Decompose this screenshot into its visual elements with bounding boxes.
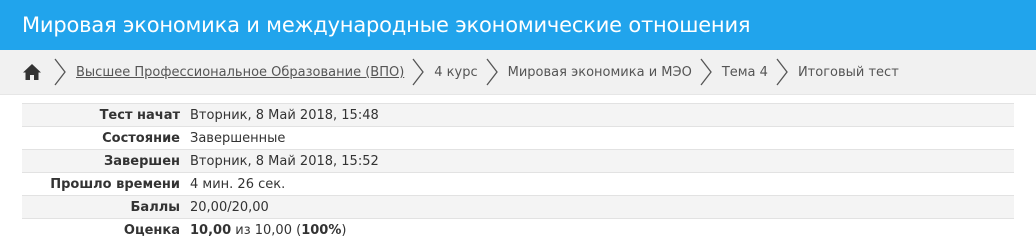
grade-percent: 100% [301, 222, 342, 238]
row-value-started: Вторник, 8 Май 2018, 15:48 [185, 103, 1014, 127]
row-label-completed: Завершен [22, 149, 185, 173]
table-row: Состояние Завершенные [22, 126, 1014, 150]
table-row: Тест начат Вторник, 8 Май 2018, 15:48 [22, 103, 1014, 127]
page-title: Мировая экономика и международные эконом… [22, 13, 751, 37]
breadcrumb: Высшее Профессиональное Образование (ВПО… [0, 50, 1036, 95]
table-row: Баллы 20,00/20,00 [22, 195, 1014, 219]
home-icon[interactable] [18, 50, 46, 95]
quiz-summary-section: Тест начат Вторник, 8 Май 2018, 15:48 Со… [0, 95, 1036, 242]
row-value-time-taken: 4 мин. 26 сек. [185, 172, 1014, 196]
quiz-summary-table: Тест начат Вторник, 8 Май 2018, 15:48 Со… [22, 103, 1014, 242]
breadcrumb-item-subject[interactable]: Мировая экономика и МЭО [508, 65, 692, 80]
table-row: Оценка 10,00 из 10,00 (100%) [22, 218, 1014, 242]
chevron-right-icon [50, 50, 70, 95]
row-value-state: Завершенные [185, 126, 1014, 150]
row-label-state: Состояние [22, 126, 185, 150]
page-header: Мировая экономика и международные эконом… [0, 0, 1036, 50]
breadcrumb-link-vpo[interactable]: Высшее Профессиональное Образование (ВПО… [76, 65, 404, 80]
row-label-marks: Баллы [22, 195, 185, 219]
chevron-right-icon [482, 50, 502, 95]
row-value-grade: 10,00 из 10,00 (100%) [185, 218, 1014, 242]
row-label-grade: Оценка [22, 218, 185, 242]
table-row: Прошло времени 4 мин. 26 сек. [22, 172, 1014, 196]
row-label-started: Тест начат [22, 103, 185, 127]
grade-out-of: из 10,00 ( [235, 222, 302, 238]
row-value-completed: Вторник, 8 Май 2018, 15:52 [185, 149, 1014, 173]
breadcrumb-item-course[interactable]: 4 курс [434, 65, 477, 80]
chevron-right-icon [696, 50, 716, 95]
chevron-right-icon [408, 50, 428, 95]
grade-value: 10,00 [190, 222, 232, 238]
breadcrumb-item-topic[interactable]: Тема 4 [722, 65, 768, 80]
breadcrumb-item-current: Итоговый тест [797, 64, 899, 80]
table-row: Завершен Вторник, 8 Май 2018, 15:52 [22, 149, 1014, 173]
chevron-right-icon [772, 50, 792, 95]
grade-close: ) [341, 222, 347, 238]
row-value-marks: 20,00/20,00 [185, 195, 1014, 219]
row-label-time-taken: Прошло времени [22, 172, 185, 196]
